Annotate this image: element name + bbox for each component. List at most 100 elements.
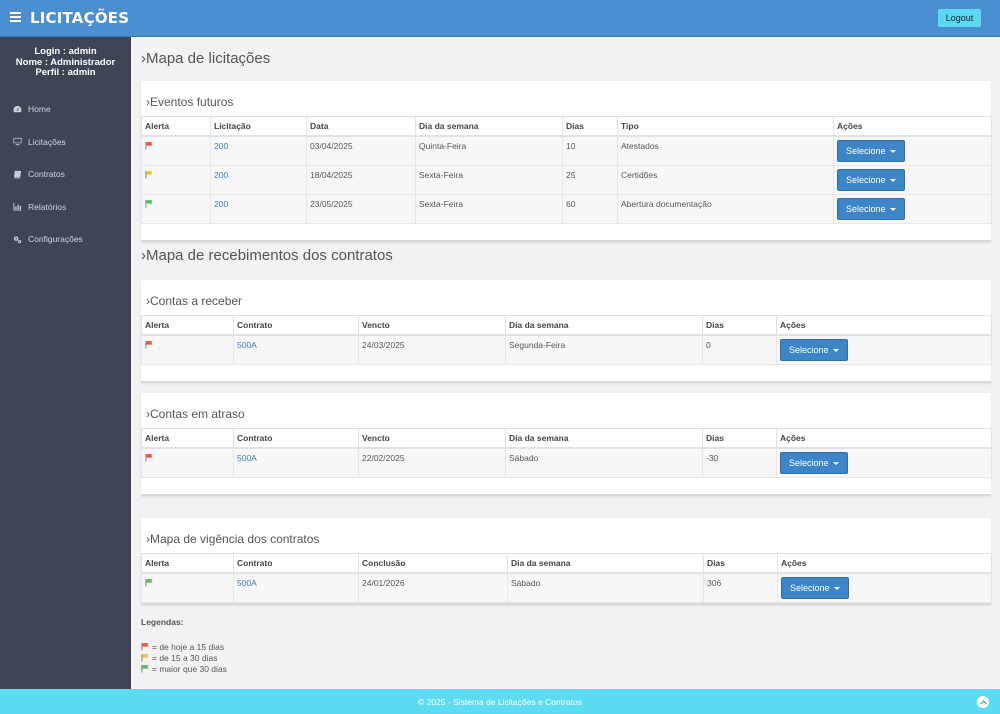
selecione-button[interactable]: Selecione: [781, 577, 849, 599]
caret-down-icon: [832, 461, 839, 465]
dias-cell: -30: [702, 447, 777, 478]
button-label: Selecione: [846, 175, 886, 185]
caret-down-icon: [832, 348, 839, 352]
app-title: LICITAÇÕES: [30, 9, 130, 27]
section-title-licitacoes: ›Mapa de licitações: [141, 50, 271, 67]
sidebar-item-configuracoes[interactable]: Configurações: [0, 223, 131, 256]
column-header: Dias: [703, 553, 778, 574]
selecione-button[interactable]: Selecione: [837, 198, 905, 220]
section-title-recebimentos: ›Mapa de recebimentos dos contratos: [141, 247, 393, 264]
contrato-link[interactable]: 500A: [237, 340, 257, 350]
column-header: Dia da semana: [415, 116, 563, 137]
tipo-cell: Abertura documentação: [617, 194, 834, 224]
yellow-flag-icon: [145, 170, 153, 179]
conclusao-cell: 24/01/2026: [358, 572, 508, 603]
column-header: Dia da semana: [507, 553, 704, 574]
panel-footer: [141, 224, 991, 240]
column-header: Dias: [562, 116, 618, 137]
column-header: Ações: [776, 428, 992, 449]
legend-item: = de 15 a 30 dias: [141, 652, 227, 663]
table-row: 500A 24/01/2026 Sábado 306 Selecione: [141, 572, 992, 603]
vigencia-table: Alerta Contrato Conclusão Dia da semana …: [141, 553, 992, 603]
green-flag-icon: [145, 578, 153, 587]
column-header: Dias: [702, 315, 777, 336]
yellow-flag-icon: [141, 653, 149, 662]
column-header: Alerta: [141, 428, 234, 449]
legend-text: = de 15 a 30 dias: [152, 652, 218, 663]
alert-cell: [141, 165, 211, 195]
selecione-button[interactable]: Selecione: [780, 452, 848, 474]
red-flag-icon: [141, 642, 149, 651]
alert-cell: [141, 194, 211, 224]
contrato-link[interactable]: 500A: [237, 578, 257, 588]
alert-cell: [141, 447, 234, 478]
button-label: Selecione: [789, 458, 829, 468]
footer-text: © 2025 - Sistema de Licitações e Contrat…: [417, 696, 583, 707]
sidebar-item-home[interactable]: Home: [0, 93, 131, 126]
red-flag-icon: [145, 453, 153, 462]
licitacao-link[interactable]: 200: [214, 141, 228, 151]
dia-cell: Sábado: [507, 572, 704, 603]
sidebar-item-relatorios[interactable]: Relatórios: [0, 191, 131, 224]
button-label: Selecione: [846, 204, 886, 214]
column-header: Tipo: [617, 116, 834, 137]
red-flag-icon: [145, 340, 153, 349]
panel-title-text: ›Contas a receber: [146, 294, 243, 308]
column-header: Vencto: [358, 428, 506, 449]
data-cell: 18/04/2025: [306, 165, 416, 195]
vencto-cell: 22/02/2025: [358, 447, 506, 478]
column-header: Contrato: [233, 553, 359, 574]
panel-footer: [141, 478, 991, 494]
licitacao-link[interactable]: 200: [214, 199, 228, 209]
panel-title-text: ›Mapa de vigência dos contratos: [146, 532, 320, 546]
alert-cell: [141, 334, 234, 365]
selecione-button[interactable]: Selecione: [837, 140, 905, 162]
dia-cell: Quinta-Feira: [415, 135, 563, 166]
legend-item: = de hoje a 15 dias: [141, 641, 227, 652]
table-row: 200 03/04/2025 Quinta-Feira 10 Atestados…: [141, 135, 992, 166]
legend-title: Legendas:: [141, 617, 184, 627]
alert-cell: [141, 135, 211, 166]
sidebar-item-contratos[interactable]: Contratos: [0, 158, 131, 191]
footer: © 2025 - Sistema de Licitações e Contrat…: [0, 689, 1000, 714]
green-flag-icon: [141, 664, 149, 673]
gears-icon: [13, 236, 22, 243]
contrato-link[interactable]: 500A: [237, 453, 257, 463]
logout-button[interactable]: Logout: [938, 9, 981, 27]
sidebar-item-label: Home: [28, 104, 51, 115]
sidebar-item-label: Licitações: [28, 136, 66, 147]
table-row: 200 23/05/2025 Sexta-Feira 60 Abertura d…: [141, 194, 992, 224]
sidebar-item-licitacoes[interactable]: Licitações: [0, 126, 131, 159]
dia-cell: Sexta-Feira: [415, 165, 563, 195]
selecione-button[interactable]: Selecione: [780, 339, 848, 361]
eventos-table: Alerta Licitação Data Dia da semana Dias…: [141, 116, 992, 224]
atraso-table: Alerta Contrato Vencto Dia da semana Dia…: [141, 428, 992, 478]
bar-chart-icon: [13, 203, 22, 211]
panel-vigencia: ›Mapa de vigência dos contratos Alerta C…: [141, 518, 992, 605]
dias-cell: 60: [562, 194, 618, 224]
table-header-row: Alerta Contrato Conclusão Dia da semana …: [141, 553, 992, 574]
monitor-icon: [13, 138, 22, 146]
licitacao-link[interactable]: 200: [214, 170, 228, 180]
dia-cell: Segunda-Feira: [505, 334, 703, 365]
top-navbar: LICITAÇÕES Logout: [0, 0, 1000, 37]
sidebar-item-label: Relatórios: [28, 201, 67, 212]
tipo-cell: Atestados: [617, 135, 834, 166]
panel-title: ›Eventos futuros: [141, 81, 991, 116]
column-header: Dia da semana: [505, 428, 703, 449]
button-label: Selecione: [789, 345, 829, 355]
legend: Legendas: = de hoje a 15 dias = de 15 a …: [141, 617, 227, 674]
caret-down-icon: [889, 149, 896, 153]
green-flag-icon: [145, 199, 153, 208]
panel-contas-receber: ›Contas a receber Alerta Contrato Vencto…: [141, 280, 992, 383]
dias-cell: 25: [562, 165, 618, 195]
scroll-top-button[interactable]: [977, 696, 989, 708]
red-flag-icon: [145, 141, 153, 150]
menu-icon[interactable]: [10, 12, 21, 22]
user-perfil: Perfil : admin: [35, 67, 96, 78]
selecione-button[interactable]: Selecione: [837, 169, 905, 191]
column-header: Ações: [776, 315, 992, 336]
user-login: Login : admin: [34, 46, 97, 57]
panel-title: ›Contas em atraso: [141, 393, 991, 428]
table-row: 500A 22/02/2025 Sábado -30 Selecione: [141, 447, 992, 478]
